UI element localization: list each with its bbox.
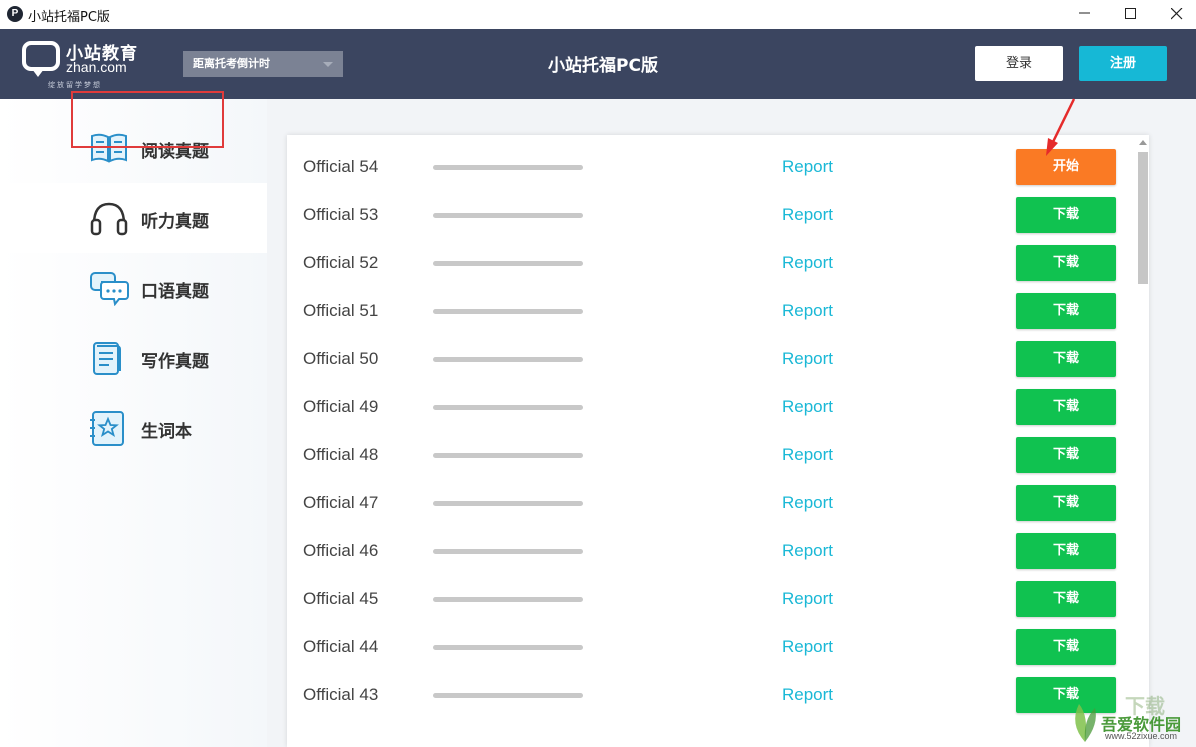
report-link[interactable]: Report: [782, 541, 833, 561]
test-row: Official 44 Report 下载: [287, 623, 1129, 671]
maximize-button[interactable]: [1108, 0, 1154, 29]
test-row: Official 51 Report 下载: [287, 287, 1129, 335]
test-name: Official 50: [303, 349, 379, 368]
sidebar-item-vocabulary[interactable]: 生词本: [0, 393, 267, 463]
report-link[interactable]: Report: [782, 589, 833, 609]
download-button[interactable]: 下载: [1016, 245, 1116, 281]
download-button[interactable]: 下载: [1016, 485, 1116, 521]
progress-bar: [433, 693, 583, 698]
progress-bar: [433, 501, 583, 506]
register-button[interactable]: 注册: [1079, 46, 1167, 81]
download-button[interactable]: 下载: [1016, 629, 1116, 665]
test-name: Official 43: [303, 685, 379, 704]
test-row: Official 48 Report 下载: [287, 431, 1129, 479]
progress-bar: [433, 213, 583, 218]
test-name: Official 46: [303, 541, 379, 560]
progress-bar: [433, 645, 583, 650]
active-item-highlight: [71, 91, 224, 148]
test-row: Official 47 Report 下载: [287, 479, 1129, 527]
test-row: Official 46 Report 下载: [287, 527, 1129, 575]
annotation-arrow-icon: [1046, 98, 1076, 156]
sidebar-item-writing[interactable]: 写作真题: [0, 323, 267, 393]
test-name: Official 44: [303, 637, 379, 656]
scroll-up-icon[interactable]: [1139, 140, 1147, 145]
test-row: Official 52 Report 下载: [287, 239, 1129, 287]
watermark-leaf-icon: [1075, 704, 1096, 742]
test-list-panel: Official 54 Report 开始 Official 53 Report 下载 Of…: [287, 135, 1149, 747]
download-button[interactable]: 下载: [1016, 437, 1116, 473]
login-button[interactable]: 登录: [975, 46, 1063, 81]
report-link[interactable]: Report: [782, 493, 833, 513]
minimize-icon: [1079, 12, 1090, 14]
download-button[interactable]: 下载: [1016, 341, 1116, 377]
download-button[interactable]: 下载: [1016, 581, 1116, 617]
download-button[interactable]: 下载: [1016, 389, 1116, 425]
sidebar-item-label: 听力真题: [141, 212, 209, 232]
headphones-icon: [90, 202, 128, 236]
app-header: 小站教育 zhan.com 绽放留学梦想 距离托考倒计时 小站托福PC版 登录 …: [0, 29, 1196, 99]
logo-slogan: 绽放留学梦想: [48, 81, 102, 89]
report-link[interactable]: Report: [782, 301, 833, 321]
download-button[interactable]: 下载: [1016, 533, 1116, 569]
test-row: Official 49 Report 下载: [287, 383, 1129, 431]
watermark-url: www.52zixue.com: [1105, 731, 1178, 741]
scrollbar-thumb[interactable]: [1138, 152, 1148, 284]
test-name: Official 48: [303, 445, 379, 464]
report-link[interactable]: Report: [782, 637, 833, 657]
close-icon: [1171, 8, 1183, 20]
report-link[interactable]: Report: [782, 685, 833, 705]
star-notebook-icon: [90, 411, 124, 446]
close-button[interactable]: [1154, 0, 1196, 29]
test-row: Official 50 Report 下载: [287, 335, 1129, 383]
minimize-button[interactable]: [1062, 0, 1108, 29]
test-row: Official 43 Report 下载: [287, 671, 1129, 719]
download-button[interactable]: 下载: [1016, 293, 1116, 329]
test-name: Official 53: [303, 205, 379, 224]
window-title: 小站托福PC版: [28, 10, 110, 25]
sidebar-item-label: 口语真题: [141, 282, 209, 302]
test-name: Official 54: [303, 157, 379, 176]
test-name: Official 49: [303, 397, 379, 416]
test-name: Official 52: [303, 253, 379, 272]
test-name: Official 45: [303, 589, 379, 608]
progress-bar: [433, 549, 583, 554]
main-content: Official 54 Report 开始 Official 53 Report 下载 Of…: [267, 99, 1196, 747]
scrollbar[interactable]: [1136, 135, 1149, 747]
progress-bar: [433, 357, 583, 362]
document-icon: [93, 342, 121, 375]
sidebar-item-listening[interactable]: 听力真题: [0, 183, 267, 253]
sidebar-item-label: 写作真题: [141, 352, 209, 372]
progress-bar: [433, 261, 583, 266]
progress-bar: [433, 165, 583, 170]
title-bar: P 小站托福PC版: [0, 0, 1196, 29]
report-link[interactable]: Report: [782, 445, 833, 465]
progress-bar: [433, 309, 583, 314]
app-icon: P: [7, 6, 23, 22]
report-link[interactable]: Report: [782, 205, 833, 225]
sidebar-item-label: 生词本: [141, 422, 192, 442]
sidebar-item-speaking[interactable]: 口语真题: [0, 253, 267, 323]
report-link[interactable]: Report: [782, 349, 833, 369]
report-link[interactable]: Report: [782, 397, 833, 417]
test-name: Official 47: [303, 493, 379, 512]
progress-bar: [433, 597, 583, 602]
progress-bar: [433, 453, 583, 458]
download-button[interactable]: 下载: [1016, 197, 1116, 233]
test-row: Official 53 Report 下载: [287, 191, 1129, 239]
test-row: Official 54 Report 开始: [287, 143, 1129, 191]
watermark: 下载 吾爱软件园 www.52zixue.com: [1065, 692, 1193, 744]
maximize-icon: [1125, 8, 1136, 19]
progress-bar: [433, 405, 583, 410]
test-name: Official 51: [303, 301, 379, 320]
sidebar: 阅读真题 听力真题 口语真题 写作真题 生词本: [0, 99, 267, 747]
report-link[interactable]: Report: [782, 157, 833, 177]
chat-bubbles-icon: [90, 272, 129, 306]
report-link[interactable]: Report: [782, 253, 833, 273]
test-row: Official 45 Report 下载: [287, 575, 1129, 623]
